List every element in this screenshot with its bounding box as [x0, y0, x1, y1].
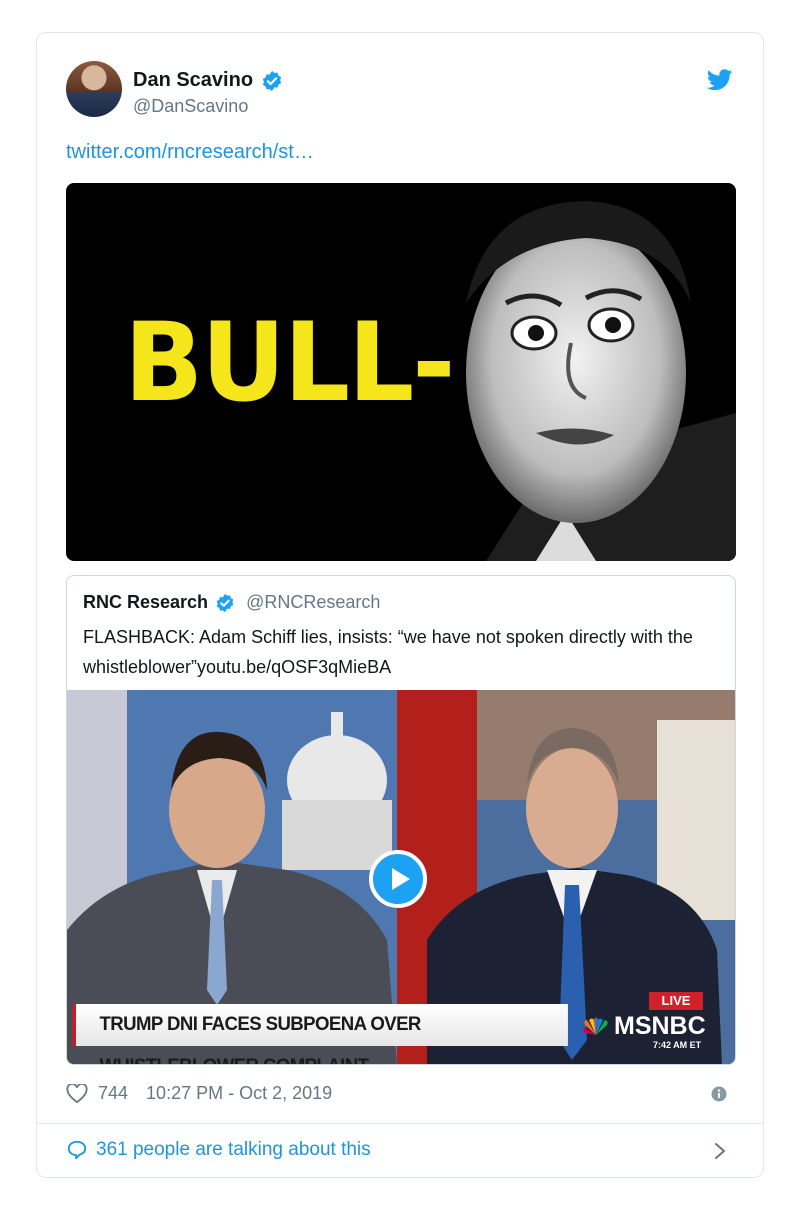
verified-icon — [216, 593, 234, 612]
divider — [37, 1123, 763, 1124]
quoted-tweet[interactable]: RNC Research @RNCResearch FLASHBACK: Ada… — [66, 575, 736, 1065]
tweet-timestamp[interactable]: 10:27 PM - Oct 2, 2019 — [146, 1083, 332, 1104]
verified-icon — [262, 70, 282, 91]
author-handle[interactable]: @DanScavino — [133, 96, 248, 117]
broadcast-time: 7:42 AM ET — [653, 1040, 702, 1050]
tweet-image[interactable]: BULL- — [66, 183, 736, 561]
peacock-icon — [583, 1017, 608, 1035]
speech-bubble-icon — [67, 1140, 87, 1160]
network-name: MSNBC — [614, 1012, 706, 1040]
chyron: TRUMP DNI FACES SUBPOENA OVER WHISTLEBLO… — [72, 1004, 568, 1064]
author-name[interactable]: Dan Scavino — [133, 69, 253, 92]
author-name-row[interactable]: Dan Scavino — [133, 69, 283, 92]
conversation-link[interactable]: 361 people are talking about this — [66, 1139, 371, 1161]
like-count[interactable]: 744 — [98, 1083, 128, 1104]
info-icon[interactable] — [711, 1086, 727, 1102]
schiff-portrait — [466, 201, 736, 561]
live-badge: LIVE — [649, 992, 703, 1010]
heart-icon[interactable] — [66, 1083, 88, 1104]
twitter-bird-icon[interactable] — [707, 69, 733, 91]
chevron-right-icon[interactable] — [713, 1141, 727, 1161]
tweet-meta: 744 10:27 PM - Oct 2, 2019 — [66, 1083, 332, 1104]
quoted-author-name[interactable]: RNC Research — [83, 592, 208, 613]
quoted-text: FLASHBACK: Adam Schiff lies, insists: “w… — [83, 627, 693, 677]
quoted-author-handle[interactable]: @RNCResearch — [246, 592, 380, 613]
network-logo: MSNBC — [581, 1012, 706, 1041]
quoted-header: RNC Research @RNCResearch — [83, 592, 380, 613]
avatar[interactable] — [66, 61, 122, 117]
tweet-card: Dan Scavino @DanScavino twitter.com/rncr… — [36, 32, 764, 1178]
tweet-link[interactable]: twitter.com/rncresearch/st… — [66, 141, 314, 164]
talking-count-text[interactable]: 361 people are talking about this — [96, 1139, 371, 1161]
quoted-video[interactable]: TRUMP DNI FACES SUBPOENA OVER WHISTLEBLO… — [67, 690, 735, 1064]
play-icon — [392, 868, 410, 890]
play-button[interactable] — [369, 850, 427, 908]
